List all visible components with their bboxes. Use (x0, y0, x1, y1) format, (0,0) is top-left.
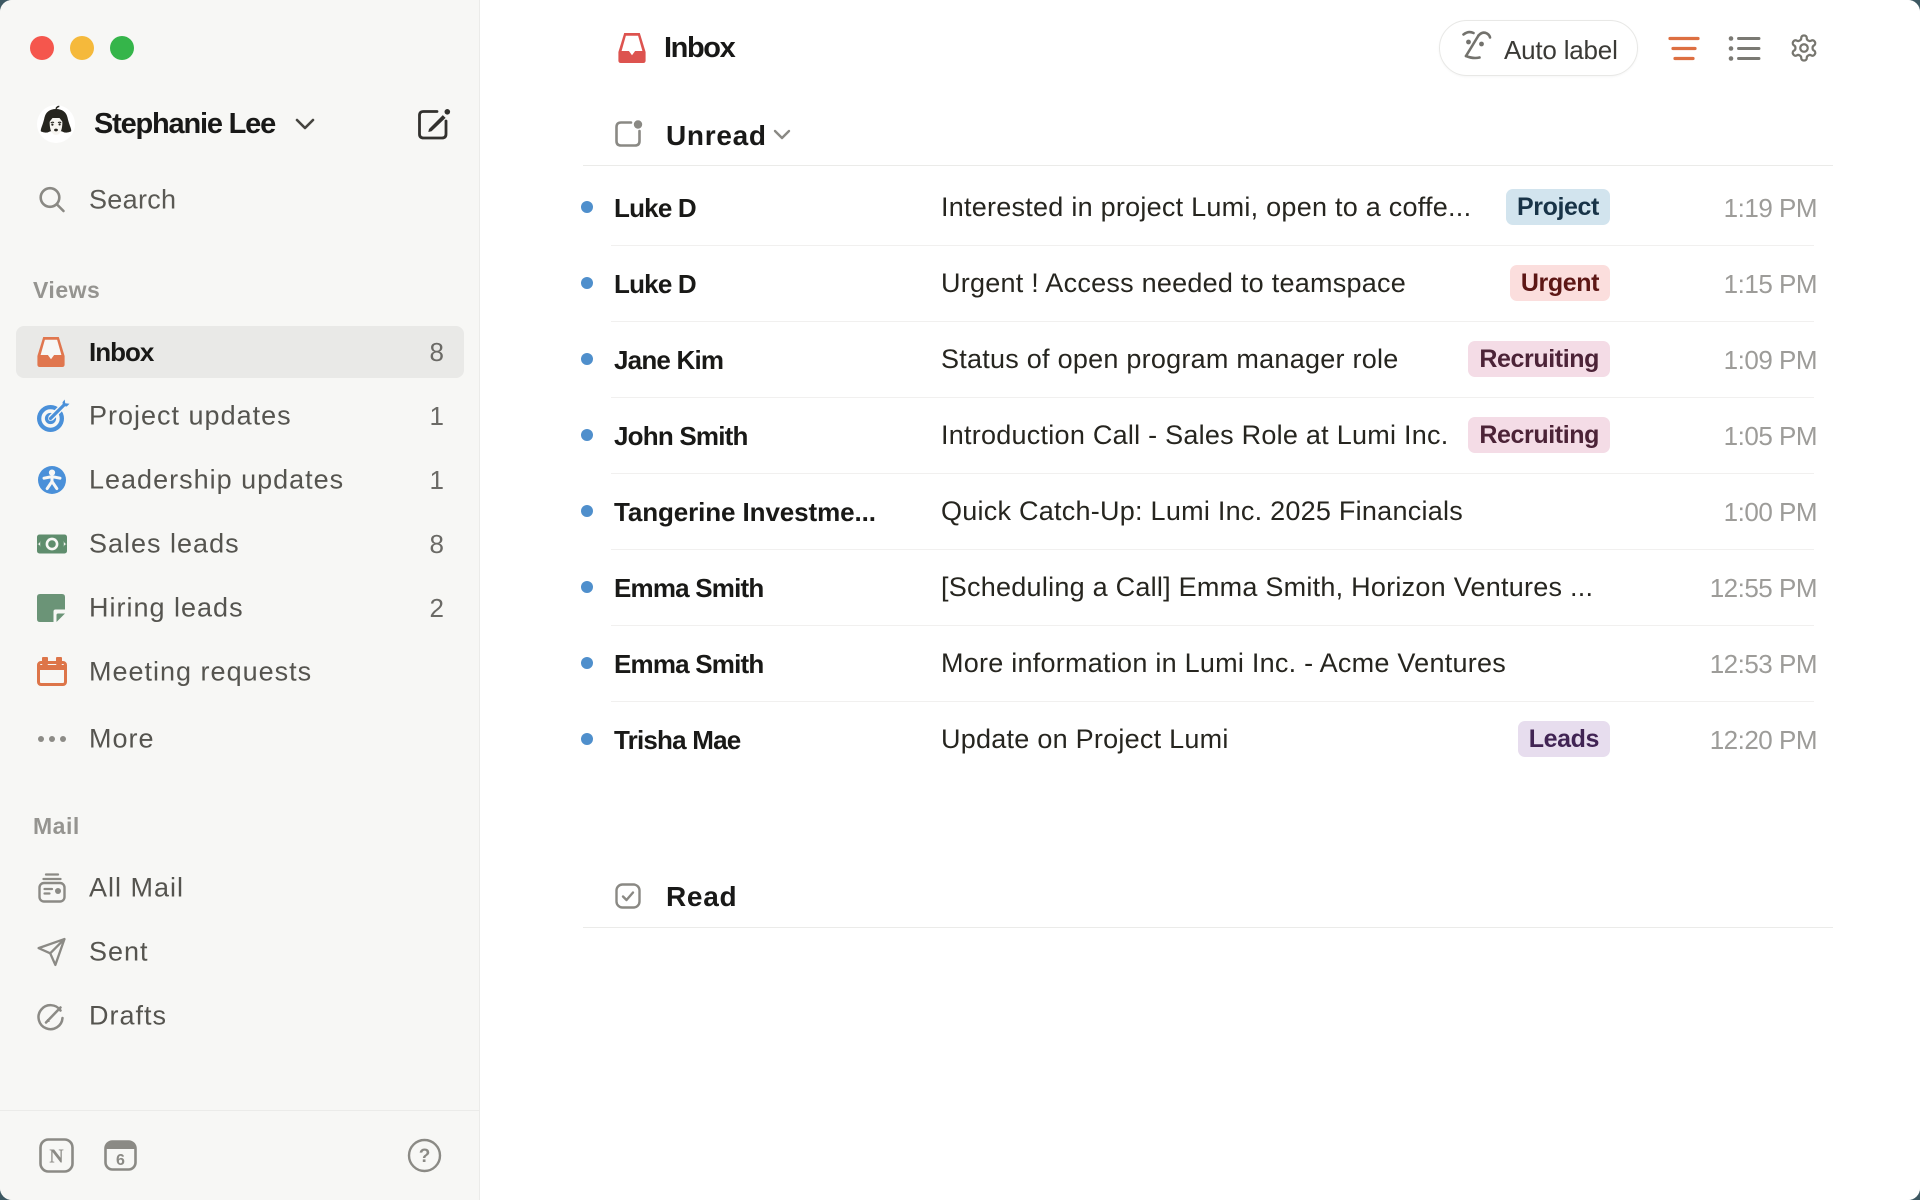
svg-text:N: N (49, 1146, 64, 1168)
svg-text:?: ? (419, 1146, 431, 1167)
svg-text:6: 6 (116, 1152, 125, 1169)
